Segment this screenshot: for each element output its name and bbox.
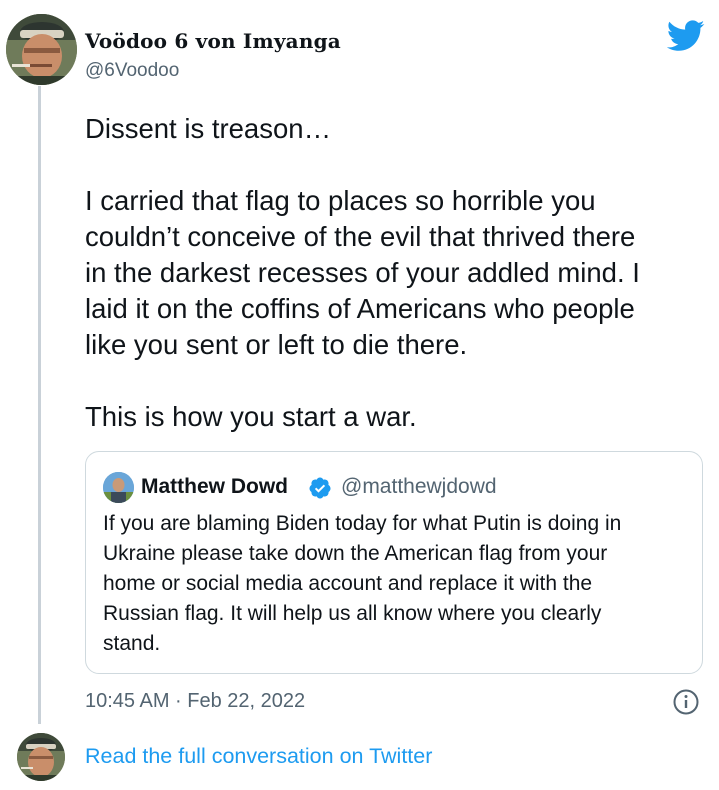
quoted-author-avatar[interactable] xyxy=(103,472,134,503)
tweet-line: I carried that flag to places so horribl… xyxy=(85,185,596,216)
tweet-line-blank xyxy=(85,147,715,183)
author-avatar-small-image xyxy=(17,733,65,781)
tweet-text: Dissent is treason… I carried that flag … xyxy=(85,111,715,435)
verified-badge-icon xyxy=(308,476,332,500)
quoted-author-avatar-image xyxy=(103,472,134,503)
quoted-tweet-line: Russian flag. It will help us all know w… xyxy=(103,602,602,625)
tweet-line: laid it on the coffins of Americans who … xyxy=(85,293,635,324)
author-avatar-small[interactable] xyxy=(17,733,65,781)
info-icon[interactable] xyxy=(672,688,700,716)
quoted-tweet-card[interactable]: Matthew Dowd @matthewjdowd If you are bl… xyxy=(85,451,703,674)
tweet-line: Dissent is treason… xyxy=(85,113,332,144)
quoted-tweet-text: If you are blaming Biden today for what … xyxy=(103,509,693,659)
tweet-line: like you sent or left to die there. xyxy=(85,329,468,360)
quoted-tweet-line: Ukraine please take down the American fl… xyxy=(103,542,608,565)
quoted-author-name[interactable]: Matthew Dowd xyxy=(141,475,288,499)
thread-line xyxy=(38,86,41,724)
tweet-line: couldn’t conceive of the evil that thriv… xyxy=(85,221,636,252)
author-handle[interactable]: @6Voodoo xyxy=(85,60,179,82)
quoted-tweet-line: stand. xyxy=(103,632,161,655)
quoted-tweet-line: If you are blaming Biden today for what … xyxy=(103,512,622,535)
author-avatar-image xyxy=(6,14,77,85)
tweet-line-blank xyxy=(85,363,715,399)
tweet-line: This is how you start a war. xyxy=(85,401,417,432)
quoted-tweet-line: home or social media account and replace… xyxy=(103,572,593,595)
tweet-line: in the darkest recesses of your addled m… xyxy=(85,257,640,288)
read-full-conversation-link[interactable]: Read the full conversation on Twitter xyxy=(85,744,432,769)
tweet-timestamp[interactable]: 10:45 AM · Feb 22, 2022 xyxy=(85,690,305,713)
author-avatar[interactable] xyxy=(6,14,77,85)
quoted-author-handle[interactable]: @matthewjdowd xyxy=(341,475,497,499)
author-display-name[interactable]: Voödoo 6 von Imyanga xyxy=(85,29,341,53)
twitter-bird-icon[interactable] xyxy=(667,20,705,52)
